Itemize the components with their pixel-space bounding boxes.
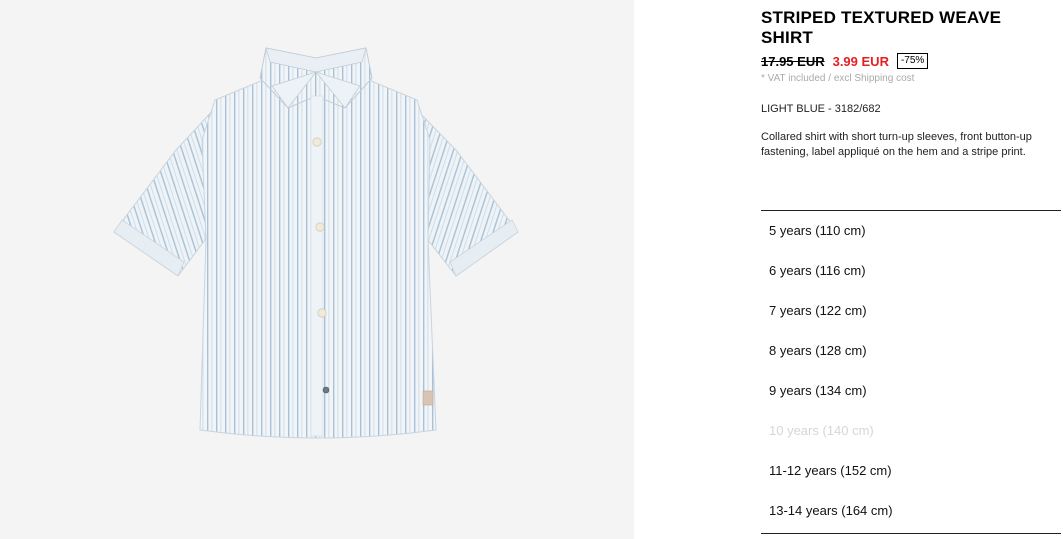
size-option-unavailable: 10 years (140 cm) bbox=[769, 423, 874, 438]
price-row: 17.95 EUR 3.99 EUR -75% bbox=[761, 52, 929, 70]
size-option[interactable]: 5 years (110 cm) bbox=[769, 221, 866, 241]
vat-note: * VAT included / excl Shipping cost bbox=[761, 73, 915, 84]
product-image-panel bbox=[0, 0, 634, 539]
size-option[interactable]: 9 years (134 cm) bbox=[769, 381, 867, 401]
product-title: STRIPED TEXTURED WEAVE SHIRT bbox=[761, 8, 1002, 47]
size-option[interactable]: 13-14 years (164 cm) bbox=[769, 501, 893, 521]
size-option[interactable]: 8 years (128 cm) bbox=[769, 341, 867, 361]
size-selector: 5 years (110 cm) 6 years (116 cm) 7 year… bbox=[761, 210, 1061, 534]
product-image[interactable] bbox=[0, 0, 634, 539]
sale-price: 3.99 EUR bbox=[832, 53, 889, 69]
discount-badge: -75% bbox=[896, 53, 929, 69]
original-price: 17.95 EUR bbox=[761, 53, 825, 69]
product-page: STRIPED TEXTURED WEAVE SHIRT 17.95 EUR 3… bbox=[0, 0, 1063, 539]
size-option[interactable]: 6 years (116 cm) bbox=[769, 261, 866, 281]
color-reference: LIGHT BLUE - 3182/682 bbox=[761, 103, 881, 115]
size-option[interactable]: 7 years (122 cm) bbox=[769, 301, 867, 321]
product-description: Collared shirt with short turn-up sleeve… bbox=[761, 131, 1032, 158]
product-info: STRIPED TEXTURED WEAVE SHIRT 17.95 EUR 3… bbox=[761, 0, 1061, 539]
size-option[interactable]: 11-12 years (152 cm) bbox=[769, 461, 892, 481]
